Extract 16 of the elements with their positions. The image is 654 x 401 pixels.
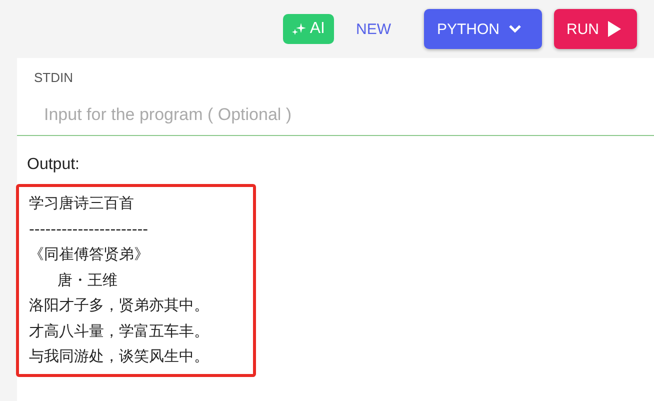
output-line: 唐・王维 [56,270,119,290]
sparkle-icon [292,22,306,36]
stdin-label: STDIN [34,70,74,85]
language-dropdown[interactable]: PYTHON [424,9,542,49]
output-line: ---------------------- [29,218,150,240]
output-line: 才高八斗量，学富五车丰。 [29,320,210,342]
output-line: 学习唐诗三百首 [29,193,135,214]
output-line: 《同崔傅答贤弟》 [29,244,150,265]
output-label: Output: [27,156,80,174]
run-button[interactable]: RUN [554,9,637,49]
output-line: 与我同游处，谈笑风生中。 [29,346,210,367]
chevron-down-icon [508,24,522,34]
stdin-field[interactable]: Input for the program ( Optional ) [34,105,444,125]
new-button[interactable]: NEW [356,20,391,38]
output-line: 洛阳才子多，贤弟亦其中。 [29,295,210,316]
play-icon [607,21,621,37]
